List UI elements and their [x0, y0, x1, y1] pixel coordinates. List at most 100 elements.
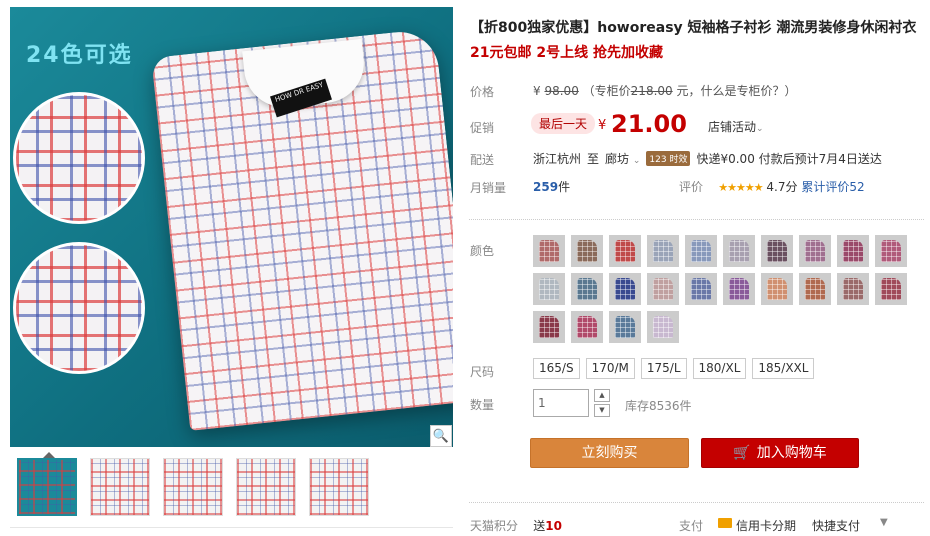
color-swatch[interactable]	[647, 273, 679, 305]
sales-unit: 件	[558, 180, 571, 194]
color-swatch[interactable]	[685, 273, 717, 305]
color-label: 颜色	[470, 244, 495, 258]
stock-count: 库存8536件	[625, 399, 692, 413]
quantity-input[interactable]	[533, 389, 589, 417]
color-swatch[interactable]	[875, 273, 907, 305]
color-swatch[interactable]	[875, 235, 907, 267]
color-swatch[interactable]	[647, 311, 679, 343]
points-label: 天猫积分	[470, 519, 519, 533]
review-link[interactable]: 累计评价52	[801, 180, 864, 194]
color-swatch[interactable]	[685, 235, 717, 267]
size-label: 尺码	[470, 365, 495, 379]
color-swatch-grid	[533, 235, 907, 343]
price-label: 价格	[470, 85, 495, 99]
detail-circle-fabric	[13, 242, 145, 374]
product-page: 24色可选 HOW DR EASY 🔍 【折800独家优惠】howoreasy …	[0, 0, 930, 536]
color-swatch[interactable]	[609, 311, 641, 343]
original-price-value: 98.00	[544, 84, 579, 98]
color-count-badge: 24色可选	[26, 43, 133, 68]
counter-price-help-link[interactable]: 元，什么是专柜价？）	[677, 84, 797, 98]
ship-to-word: 至	[587, 152, 600, 166]
size-option[interactable]: 165/S	[533, 358, 580, 379]
thumbnail-1[interactable]	[17, 458, 77, 516]
color-swatch[interactable]	[571, 273, 603, 305]
color-swatch[interactable]	[837, 273, 869, 305]
promo-tag: 最后一天	[531, 113, 596, 134]
color-swatch[interactable]	[761, 273, 793, 305]
promo-label: 促销	[470, 121, 495, 135]
thumbnail-3[interactable]	[163, 458, 223, 516]
divider	[469, 219, 924, 220]
thumbnail-strip	[17, 458, 369, 516]
product-subtitle: 21元包邮 2号上线 抢先加收藏	[470, 45, 663, 61]
zoom-icon[interactable]: 🔍	[430, 425, 452, 447]
color-swatch[interactable]	[609, 235, 641, 267]
color-swatch[interactable]	[799, 273, 831, 305]
size-option[interactable]: 180/XL	[692, 358, 747, 379]
counter-price-prefix: （专柜价	[582, 84, 631, 98]
shipping-info: 浙江杭州 至 廊坊 ⌄ 123 时效 快递¥0.00 付款后预计7月4日送达	[533, 150, 882, 167]
product-title: 【折800独家优惠】howoreasy 短袖格子衬衫 潮流男装修身休闲衬衣	[470, 20, 917, 36]
points-info: 天猫积分 送10	[470, 517, 562, 534]
shop-promo-label: 店铺活动	[708, 120, 757, 134]
thumbnail-4[interactable]	[236, 458, 296, 516]
color-swatch[interactable]	[799, 235, 831, 267]
promo-currency: ¥	[598, 118, 607, 133]
credit-installment-link[interactable]: 信用卡分期	[736, 517, 796, 534]
quick-pay-link[interactable]: 快捷支付	[812, 517, 860, 534]
star-rating-icon: ★★★★★	[718, 181, 763, 194]
color-swatch[interactable]	[723, 235, 755, 267]
promo-price: 21.00	[611, 110, 687, 138]
rating-score: 4.7分	[766, 180, 798, 194]
add-to-cart-button[interactable]: 🛒 加入购物车	[701, 438, 859, 468]
thumbnail-5[interactable]	[309, 458, 369, 516]
add-to-cart-label: 加入购物车	[756, 445, 827, 461]
color-swatch[interactable]	[723, 273, 755, 305]
thumbnail-2[interactable]	[90, 458, 150, 516]
credit-card-icon	[718, 518, 732, 528]
product-main-image[interactable]: 24色可选 HOW DR EASY	[10, 7, 453, 447]
original-price: ¥ 98.00 （专柜价218.00 元，什么是专柜价？）	[533, 82, 797, 99]
size-option[interactable]: 185/XXL	[752, 358, 815, 379]
buy-now-button[interactable]: 立刻购买	[530, 438, 689, 468]
color-swatch[interactable]	[837, 235, 869, 267]
sales-count: 259	[533, 180, 559, 194]
ship-to: 廊坊	[605, 152, 630, 166]
counter-price-value: 218.00	[630, 84, 673, 98]
size-option[interactable]: 175/L	[640, 358, 687, 379]
delivery-badge: 123 时效	[646, 151, 691, 166]
color-swatch[interactable]	[571, 311, 603, 343]
detail-circle-collar	[13, 92, 145, 224]
shop-promo-dropdown[interactable]: 店铺活动⌄	[708, 118, 764, 135]
color-swatch[interactable]	[533, 235, 565, 267]
quantity-label: 数量	[470, 398, 495, 412]
chevron-down-icon: ⌄	[632, 156, 641, 166]
divider	[10, 527, 453, 528]
cart-icon: 🛒	[733, 445, 751, 461]
rating-summary: 评价 ★★★★★ 4.7分 累计评价52	[679, 178, 865, 195]
currency-symbol: ¥	[533, 84, 541, 98]
divider	[469, 502, 924, 503]
color-swatch[interactable]	[571, 235, 603, 267]
quantity-down-icon[interactable]: ▼	[594, 404, 610, 417]
points-send: 送	[533, 519, 546, 533]
size-option[interactable]: 170/M	[585, 358, 635, 379]
sales-label: 月销量	[470, 181, 507, 195]
rating-label: 评价	[679, 180, 704, 194]
quantity-up-icon[interactable]: ▲	[594, 389, 610, 402]
ship-to-dropdown[interactable]: 廊坊 ⌄	[605, 150, 640, 167]
shipping-label: 配送	[470, 153, 495, 167]
ship-from: 浙江杭州	[533, 152, 582, 166]
color-swatch[interactable]	[761, 235, 793, 267]
color-swatch[interactable]	[609, 273, 641, 305]
color-swatch[interactable]	[533, 311, 565, 343]
monthly-sales: 259件	[533, 178, 570, 195]
payment-label: 支付	[679, 519, 704, 533]
color-swatch[interactable]	[647, 235, 679, 267]
color-swatch[interactable]	[533, 273, 565, 305]
points-amount: 10	[545, 519, 562, 533]
chevron-down-icon: ⌄	[756, 124, 764, 134]
shipping-fee: 快递¥0.00 付款后预计7月4日送达	[696, 152, 882, 166]
caret-down-icon[interactable]: ▼	[880, 517, 888, 528]
size-options: 165/S 170/M 175/L 180/XL 185/XXL	[533, 358, 815, 379]
